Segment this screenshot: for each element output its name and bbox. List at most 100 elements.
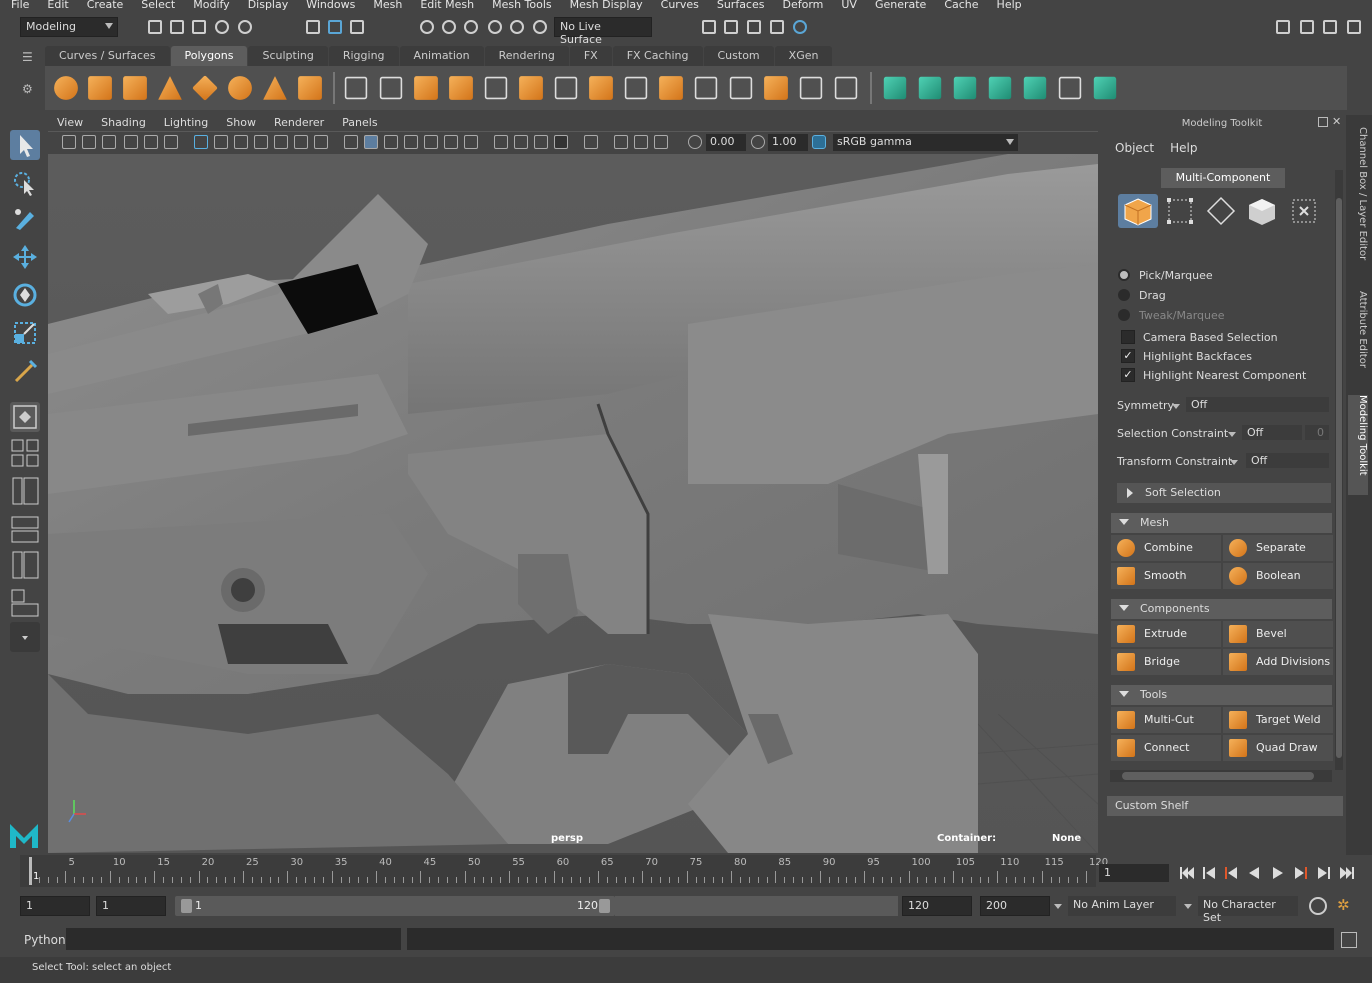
menu-edit[interactable]: Edit (36, 0, 75, 11)
color-management-toggle-icon[interactable] (812, 135, 826, 149)
script-editor-icon[interactable] (1341, 932, 1357, 948)
anim-layer-dropdown-icon[interactable] (1054, 904, 1062, 909)
mesh-section-header[interactable]: Mesh (1111, 513, 1332, 533)
separate-button[interactable]: Separate (1223, 535, 1333, 561)
combine-button[interactable]: Combine (1111, 535, 1221, 561)
step-back-frame-icon[interactable] (1222, 864, 1240, 882)
drag-radio[interactable] (1118, 289, 1130, 301)
snap-view-icon[interactable] (486, 18, 504, 36)
menu-file[interactable]: File (0, 0, 36, 11)
animation-prefs-icon[interactable]: ✲ (1337, 896, 1350, 914)
xray-icon[interactable] (614, 135, 628, 149)
xray-components-icon[interactable] (654, 135, 668, 149)
move-tool-icon[interactable] (10, 242, 40, 272)
render-view-icon[interactable] (700, 18, 718, 36)
range-slider-track[interactable] (615, 896, 898, 916)
toolkit-menu-object[interactable]: Object (1115, 141, 1154, 155)
isolate-select-icon[interactable] (584, 135, 598, 149)
step-back-key-icon[interactable] (1200, 864, 1218, 882)
play-forwards-icon[interactable] (1269, 864, 1287, 882)
poly-cylinder-icon[interactable] (123, 76, 147, 100)
boolean-button[interactable]: Boolean (1223, 563, 1333, 589)
textured-icon[interactable] (424, 135, 438, 149)
uv-layout-icon[interactable] (10, 588, 40, 618)
bookmarks-icon[interactable] (102, 135, 116, 149)
menu-mesh[interactable]: Mesh (362, 0, 409, 11)
film-gate-icon[interactable] (214, 135, 228, 149)
uv-editor-icon[interactable] (1058, 76, 1082, 100)
viewport-menu-view[interactable]: View (48, 115, 92, 131)
live-surface-field[interactable]: No Live Surface (554, 17, 652, 46)
menu-mesh-tools[interactable]: Mesh Tools (481, 0, 559, 11)
ipr-render-icon[interactable] (745, 18, 763, 36)
selection-constraint-dropdown-icon[interactable] (1228, 432, 1236, 437)
motion-blur-icon[interactable] (514, 135, 528, 149)
select-hierarchy-icon[interactable] (304, 18, 322, 36)
tools-section-header[interactable]: Tools (1111, 685, 1332, 705)
exposure-icon[interactable] (688, 135, 702, 149)
menu-edit-mesh[interactable]: Edit Mesh (409, 0, 481, 11)
current-time-marker[interactable] (29, 857, 32, 885)
grid-toggle-icon[interactable] (194, 135, 208, 149)
viewport-menu-show[interactable]: Show (217, 115, 265, 131)
hypershade-icon[interactable] (791, 18, 809, 36)
modeling-toolkit-tab[interactable]: Modeling Toolkit (1348, 395, 1368, 495)
field-chart-icon[interactable] (274, 135, 288, 149)
safe-title-icon[interactable] (314, 135, 328, 149)
gamma-field[interactable]: 1.00 (768, 134, 808, 151)
attribute-toggle-icon[interactable] (1345, 18, 1363, 36)
single-perspective-layout-icon[interactable] (10, 402, 40, 432)
uv-mode-icon[interactable] (1284, 194, 1324, 228)
rotate-tool-icon[interactable] (10, 280, 40, 310)
snap-point-icon[interactable] (462, 18, 480, 36)
character-set-select[interactable]: No Character Set (1198, 896, 1298, 924)
poly-plane-icon[interactable] (192, 75, 218, 101)
playback-start-field[interactable]: 1 (96, 896, 166, 916)
character-set-dropdown-icon[interactable] (1184, 904, 1192, 909)
persp-graph-layout-icon[interactable] (10, 514, 40, 544)
poly-torus-icon[interactable] (228, 76, 252, 100)
gamma-icon[interactable] (751, 135, 765, 149)
mirror-icon[interactable] (414, 76, 438, 100)
last-tool-icon[interactable] (10, 356, 40, 386)
offset-edge-loop-icon[interactable] (764, 76, 788, 100)
animation-end-field[interactable]: 200 (980, 896, 1050, 916)
poly-cube-icon[interactable] (88, 76, 112, 100)
toolkit-hscrollbar[interactable] (1110, 770, 1332, 782)
bridge-shelf-icon[interactable] (624, 76, 648, 100)
shelf-settings-icon[interactable]: ⚙ (22, 82, 33, 96)
menu-curves[interactable]: Curves (650, 0, 706, 11)
menu-select[interactable]: Select (130, 0, 182, 11)
merge-icon[interactable] (834, 76, 858, 100)
shadows-icon[interactable] (464, 135, 478, 149)
multi-cut-button[interactable]: Multi-Cut (1111, 707, 1221, 733)
layout-icon[interactable] (1298, 18, 1316, 36)
smooth-shade-icon[interactable] (364, 135, 378, 149)
scale-tool-icon[interactable] (10, 318, 40, 348)
retopo-icon[interactable] (554, 76, 578, 100)
toolkit-scrollbar[interactable] (1335, 170, 1343, 770)
2d-pan-zoom-icon[interactable] (164, 135, 178, 149)
menu-help[interactable]: Help (986, 0, 1029, 11)
shelf-tab-animation[interactable]: Animation (399, 46, 484, 66)
shelf-tab-xgen[interactable]: XGen (774, 46, 833, 66)
xray-joints-icon[interactable] (634, 135, 648, 149)
lasso-tool-icon[interactable] (10, 168, 40, 198)
smooth-shelf-icon[interactable] (449, 76, 473, 100)
selection-constraint-value[interactable]: Off (1242, 425, 1302, 440)
viewport-panel[interactable]: View Shading Lighting Show Renderer Panels 0.… (48, 115, 1098, 853)
menu-modify[interactable]: Modify (182, 0, 236, 11)
layout-dropdown-icon[interactable] (10, 622, 40, 652)
go-to-end-icon[interactable] (1338, 864, 1356, 882)
target-weld-shelf-icon[interactable] (799, 76, 823, 100)
bevel-shelf-icon[interactable] (659, 76, 683, 100)
layout-uv-icon[interactable] (1093, 76, 1117, 100)
hypershade-layout-icon[interactable] (10, 550, 40, 580)
transform-constraint-dropdown-icon[interactable] (1230, 460, 1238, 465)
attribute-editor-tab[interactable]: Attribute Editor (1348, 291, 1368, 391)
poly-pyramid-icon[interactable] (263, 76, 287, 100)
wireframe-on-shaded-icon[interactable] (404, 135, 418, 149)
combine-shelf-icon[interactable] (344, 76, 368, 100)
command-input[interactable] (66, 928, 401, 950)
reduce-icon[interactable] (484, 76, 508, 100)
